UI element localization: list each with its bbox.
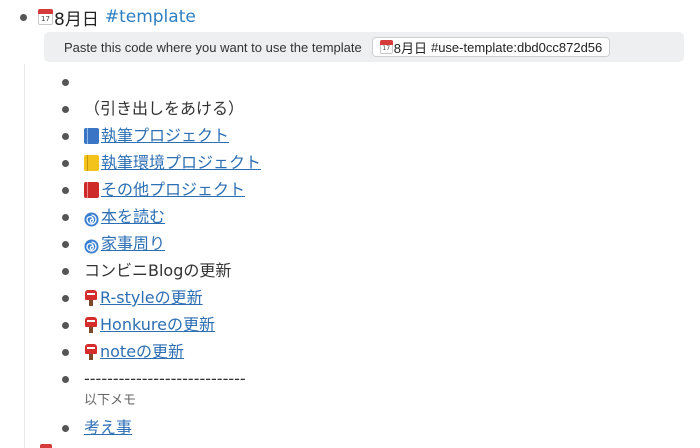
list-item[interactable]: （引き出しをあける） [62, 97, 682, 121]
list-bullet [62, 160, 69, 167]
calendar-icon-peek [40, 444, 52, 448]
list-bullet [62, 425, 69, 432]
template-code-date: 8月日 [393, 40, 427, 56]
list-item-link[interactable]: 執筆プロジェクト [84, 124, 229, 148]
divider-text: ---------------------------- [84, 369, 246, 388]
list-item-text: コンビニBlogの更新 [84, 261, 232, 280]
blue-book-icon [84, 128, 99, 144]
indent-guide [24, 64, 25, 448]
list-bullet [62, 79, 69, 86]
list-item-link-label: R-styleの更新 [100, 288, 203, 307]
red-book-icon [84, 182, 99, 198]
list-bullet [62, 187, 69, 194]
list-bullet [62, 106, 69, 113]
list-item[interactable]: 執筆プロジェクト [62, 124, 682, 148]
page: 17 8月日 #template Paste this code where y… [0, 0, 700, 448]
list-item[interactable]: 家事周り [62, 232, 682, 256]
list-bullet [62, 214, 69, 221]
calendar-icon-day: 17 [41, 15, 50, 23]
postbox-icon [84, 317, 98, 333]
list-item-link[interactable]: 考え事 [84, 416, 132, 440]
list-item[interactable]: 考え事 [62, 416, 682, 440]
list-item-link[interactable]: noteの更新 [84, 340, 184, 364]
list-item[interactable]: その他プロジェクト [62, 178, 682, 202]
list-item-link[interactable]: その他プロジェクト [84, 178, 245, 202]
cyclone-icon [84, 237, 99, 254]
list-item[interactable]: R-styleの更新 [62, 286, 682, 310]
postbox-icon [84, 344, 98, 360]
list-bullet [62, 133, 69, 140]
list-item-text: （引き出しをあける） [84, 99, 245, 118]
list-bullet [62, 295, 69, 302]
list-item-link-label: その他プロジェクト [101, 180, 246, 199]
postbox-icon [84, 290, 98, 306]
page-title-date: 8月日 [54, 9, 99, 30]
list-bullet [62, 268, 69, 275]
template-code-box: Paste this code where you want to use th… [44, 32, 684, 62]
memo-note: 以下メモ [84, 393, 137, 408]
list-bullet [62, 241, 69, 248]
list-item-link-label: 本を読む [101, 207, 166, 226]
title-row: 17 8月日 #template [20, 5, 196, 30]
page-title[interactable]: 17 8月日 #template [38, 5, 196, 30]
template-code-snippet[interactable]: 17 8月日 #use-template:dbd0cc872d56 [371, 37, 611, 57]
list-item[interactable]: noteの更新 [62, 340, 682, 364]
list-item-link[interactable]: 家事周り [84, 232, 165, 256]
list-bullet [62, 376, 69, 383]
list-item-link-label: Honkureの更新 [100, 315, 215, 334]
calendar-icon: 17 [379, 40, 393, 54]
list-item-link[interactable]: Honkureの更新 [84, 313, 215, 337]
list-item-divider[interactable]: ---------------------------- [62, 367, 682, 391]
template-hashtag-link[interactable]: #template [105, 7, 196, 27]
list-item-link[interactable]: 執筆環境プロジェクト [84, 151, 261, 175]
list-item[interactable]: 執筆環境プロジェクト [62, 151, 682, 175]
title-bullet [20, 13, 27, 21]
template-hint-text: Paste this code where you want to use th… [64, 39, 362, 55]
list-item-link-label: 執筆プロジェクト [101, 126, 230, 145]
calendar-icon: 17 [38, 9, 53, 25]
list-item-link-label: 執筆環境プロジェクト [101, 153, 262, 172]
list-item-link[interactable]: 本を読む [84, 205, 165, 229]
list-bullet [62, 349, 69, 356]
list-item[interactable]: Honkureの更新 [62, 313, 682, 337]
list-item-link-label: 家事周り [101, 234, 166, 253]
template-code-text: #use-template:dbd0cc872d56 [430, 39, 603, 55]
calendar-icon-day: 17 [382, 45, 391, 52]
yellow-book-icon [84, 155, 99, 171]
list-item-empty[interactable] [62, 70, 682, 94]
list-item-link[interactable]: R-styleの更新 [84, 286, 203, 310]
cyclone-icon [84, 210, 99, 227]
list-item[interactable]: コンビニBlogの更新 [62, 259, 682, 283]
list-item-link-label: noteの更新 [100, 342, 185, 361]
list-bullet [62, 322, 69, 329]
list-item[interactable]: 本を読む [62, 205, 682, 229]
